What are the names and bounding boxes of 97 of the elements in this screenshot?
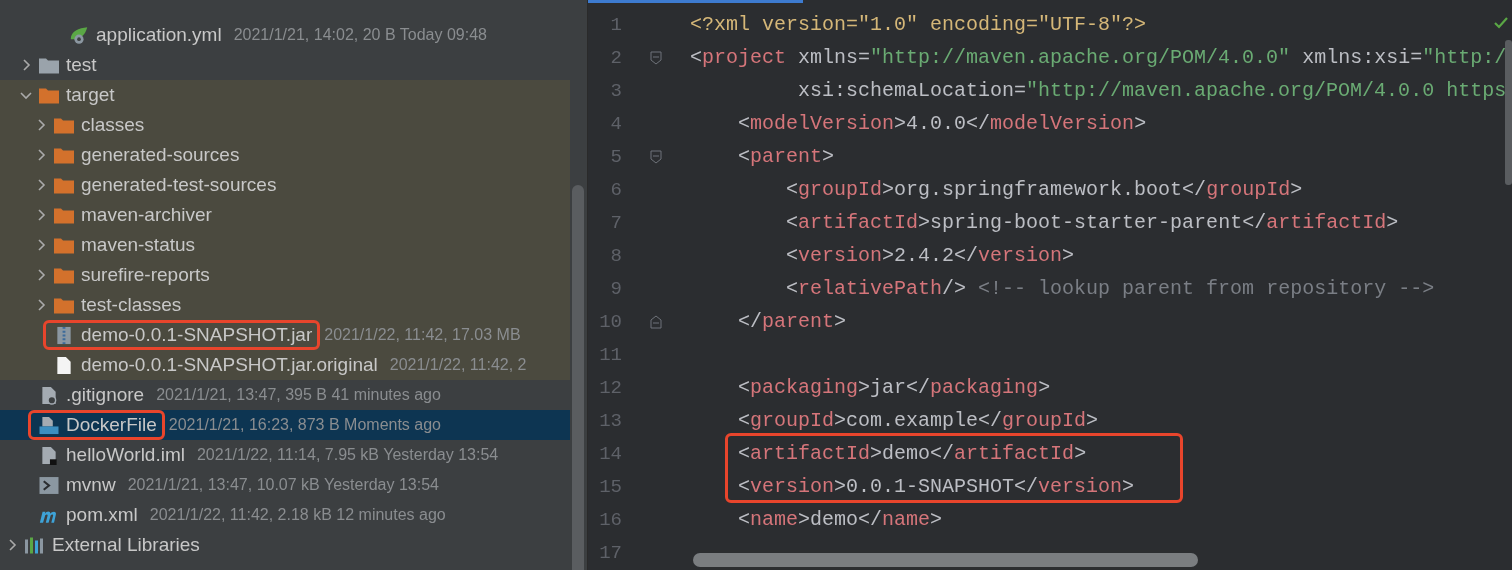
line-number: 3 xyxy=(609,79,622,102)
file-name: generated-test-sources xyxy=(81,174,277,196)
tree-row[interactable]: test-classes xyxy=(0,290,570,320)
scrollbar[interactable] xyxy=(1505,40,1512,185)
code-line: <artifactId>demo</artifactId> xyxy=(737,442,1087,465)
line-number: 7 xyxy=(609,211,622,234)
line-number: 2 xyxy=(609,46,622,69)
file-name: pom.xml xyxy=(66,504,138,526)
file-name: demo-0.0.1-SNAPSHOT.jar xyxy=(81,324,313,346)
chevron-icon[interactable] xyxy=(35,149,47,161)
tree-row[interactable]: application.yml 2021/1/21, 14:02, 20 B Today 09:48 xyxy=(0,20,570,50)
file-details: 2021/1/22, 11:14, 7.95 kB Yesterday 13:54 xyxy=(196,446,499,464)
chevron-icon[interactable] xyxy=(20,89,32,101)
scrollbar[interactable] xyxy=(693,553,1198,567)
code-line: <?xml version="1.0" encoding="UTF-8"?> xyxy=(690,13,1147,36)
line-number: 4 xyxy=(609,112,622,135)
code-line: <groupId>com.example</groupId> xyxy=(737,409,1099,432)
file-details: 2021/1/22, 11:42, 17.03 MB xyxy=(324,326,521,344)
chevron-icon[interactable] xyxy=(35,209,47,221)
file-name: helloWorld.iml xyxy=(66,444,185,466)
tree-row[interactable]: maven-archiver xyxy=(0,200,570,230)
line-number: 6 xyxy=(609,178,622,201)
file-details: 2021/1/21, 14:02, 20 B Today 09:48 xyxy=(233,26,487,44)
code-line: <version>2.4.2</version> xyxy=(785,244,1075,267)
line-number: 10 xyxy=(598,310,622,333)
code-line: <modelVersion>4.0.0</modelVersion> xyxy=(737,112,1147,135)
line-number: 8 xyxy=(609,244,622,267)
tree-row[interactable]: maven-status xyxy=(0,230,570,260)
chevron-icon[interactable] xyxy=(20,59,32,71)
line-number: 17 xyxy=(598,541,622,564)
tree-row[interactable]: classes xyxy=(0,110,570,140)
fold-icon[interactable] xyxy=(650,314,662,329)
tree-row[interactable]: generated-test-sources xyxy=(0,170,570,200)
scrollbar[interactable] xyxy=(572,185,584,570)
chevron-icon[interactable] xyxy=(6,539,18,551)
code-line: <packaging>jar</packaging> xyxy=(737,376,1051,399)
chevron-icon[interactable] xyxy=(35,269,47,281)
code-line: <name>demo</name> xyxy=(737,508,943,531)
file-name: surefire-reports xyxy=(81,264,210,286)
code-line: <project xmlns="http://maven.apache.org/POM/4.0.0" xmlns:xsi="http:/ xyxy=(690,46,1507,69)
line-number: 5 xyxy=(609,145,622,168)
file-name: mvnw xyxy=(66,474,116,496)
chevron-icon[interactable] xyxy=(35,119,47,131)
line-number: 13 xyxy=(598,409,622,432)
tree-row[interactable]: pom.xml 2021/1/22, 11:42, 2.18 kB 12 minutes ago xyxy=(0,500,570,530)
file-name: maven-status xyxy=(81,234,196,256)
line-number: 14 xyxy=(598,442,622,465)
tree-row[interactable]: External Libraries xyxy=(0,530,570,560)
line-number: 16 xyxy=(598,508,622,531)
tree-row[interactable]: demo-0.0.1-SNAPSHOT.jar.original 2021/1/22, 11:42, 2 xyxy=(0,350,570,380)
file-name: DockerFile xyxy=(66,414,157,436)
tree-row[interactable]: test xyxy=(0,50,570,80)
fold-icon[interactable] xyxy=(650,50,662,65)
file-name: External Libraries xyxy=(52,534,200,556)
tree-row[interactable]: target xyxy=(0,80,570,110)
line-number: 15 xyxy=(598,475,622,498)
code-line: <relativePath/> <!-- lookup parent from repository --> xyxy=(785,277,1435,300)
tree-row[interactable]: mvnw 2021/1/21, 13:47, 10.07 kB Yesterday 13:54 xyxy=(0,470,570,500)
fold-icon[interactable] xyxy=(650,149,662,164)
file-details: 2021/1/22, 11:42, 2.18 kB 12 minutes ago xyxy=(149,506,446,524)
file-details: 2021/1/21, 16:23, 873 B Moments ago xyxy=(168,416,441,434)
tree-row[interactable]: demo-0.0.1-SNAPSHOT.jar 2021/1/22, 11:42, 17.03 MB xyxy=(0,320,570,350)
line-number: 9 xyxy=(609,277,622,300)
file-details: 2021/1/22, 11:42, 2 xyxy=(389,356,527,374)
line-number: 12 xyxy=(598,376,622,399)
chevron-icon[interactable] xyxy=(35,239,47,251)
file-name: test-classes xyxy=(81,294,182,316)
file-name: demo-0.0.1-SNAPSHOT.jar.original xyxy=(81,354,378,376)
code-line: <parent> xyxy=(737,145,835,168)
line-number: 11 xyxy=(598,343,622,366)
file-details: 2021/1/21, 13:47, 395 B 41 minutes ago xyxy=(156,386,441,404)
file-name: application.yml xyxy=(96,24,222,46)
file-name: .gitignore xyxy=(66,384,145,406)
code-line: xsi:schemaLocation="http://maven.apache.org/POM/4.0.0 https xyxy=(797,79,1507,102)
libraries-icon xyxy=(24,535,46,555)
tree-row[interactable]: helloWorld.iml 2021/1/22, 11:14, 7.95 kB Yesterday 13:54 xyxy=(0,440,570,470)
line-number: 1 xyxy=(609,13,622,36)
file-name: target xyxy=(66,84,115,106)
code-line: </parent> xyxy=(737,310,847,333)
terminal-icon xyxy=(38,475,60,495)
leaf-gear-icon xyxy=(68,25,90,45)
file-name: generated-sources xyxy=(81,144,240,166)
chevron-icon[interactable] xyxy=(35,179,47,191)
code-line: <artifactId>spring-boot-starter-parent</artifactId> xyxy=(785,211,1399,234)
check-icon xyxy=(1494,17,1508,29)
file-details: 2021/1/21, 13:47, 10.07 kB Yesterday 13:54 xyxy=(127,476,439,494)
file-name: test xyxy=(66,54,97,76)
file-icon xyxy=(38,415,60,435)
file-name: classes xyxy=(81,114,145,136)
tree-row[interactable]: DockerFile 2021/1/21, 16:23, 873 B Moments ago xyxy=(0,410,570,440)
tree-row[interactable]: .gitignore 2021/1/21, 13:47, 395 B 41 minutes ago xyxy=(0,380,570,410)
code-line: <groupId>org.springframework.boot</groupId> xyxy=(785,178,1303,201)
tree-row[interactable]: surefire-reports xyxy=(0,260,570,290)
tree-row[interactable]: generated-sources xyxy=(0,140,570,170)
file-name: maven-archiver xyxy=(81,204,212,226)
code-line: <version>0.0.1-SNAPSHOT</version> xyxy=(737,475,1135,498)
chevron-icon[interactable] xyxy=(35,299,47,311)
